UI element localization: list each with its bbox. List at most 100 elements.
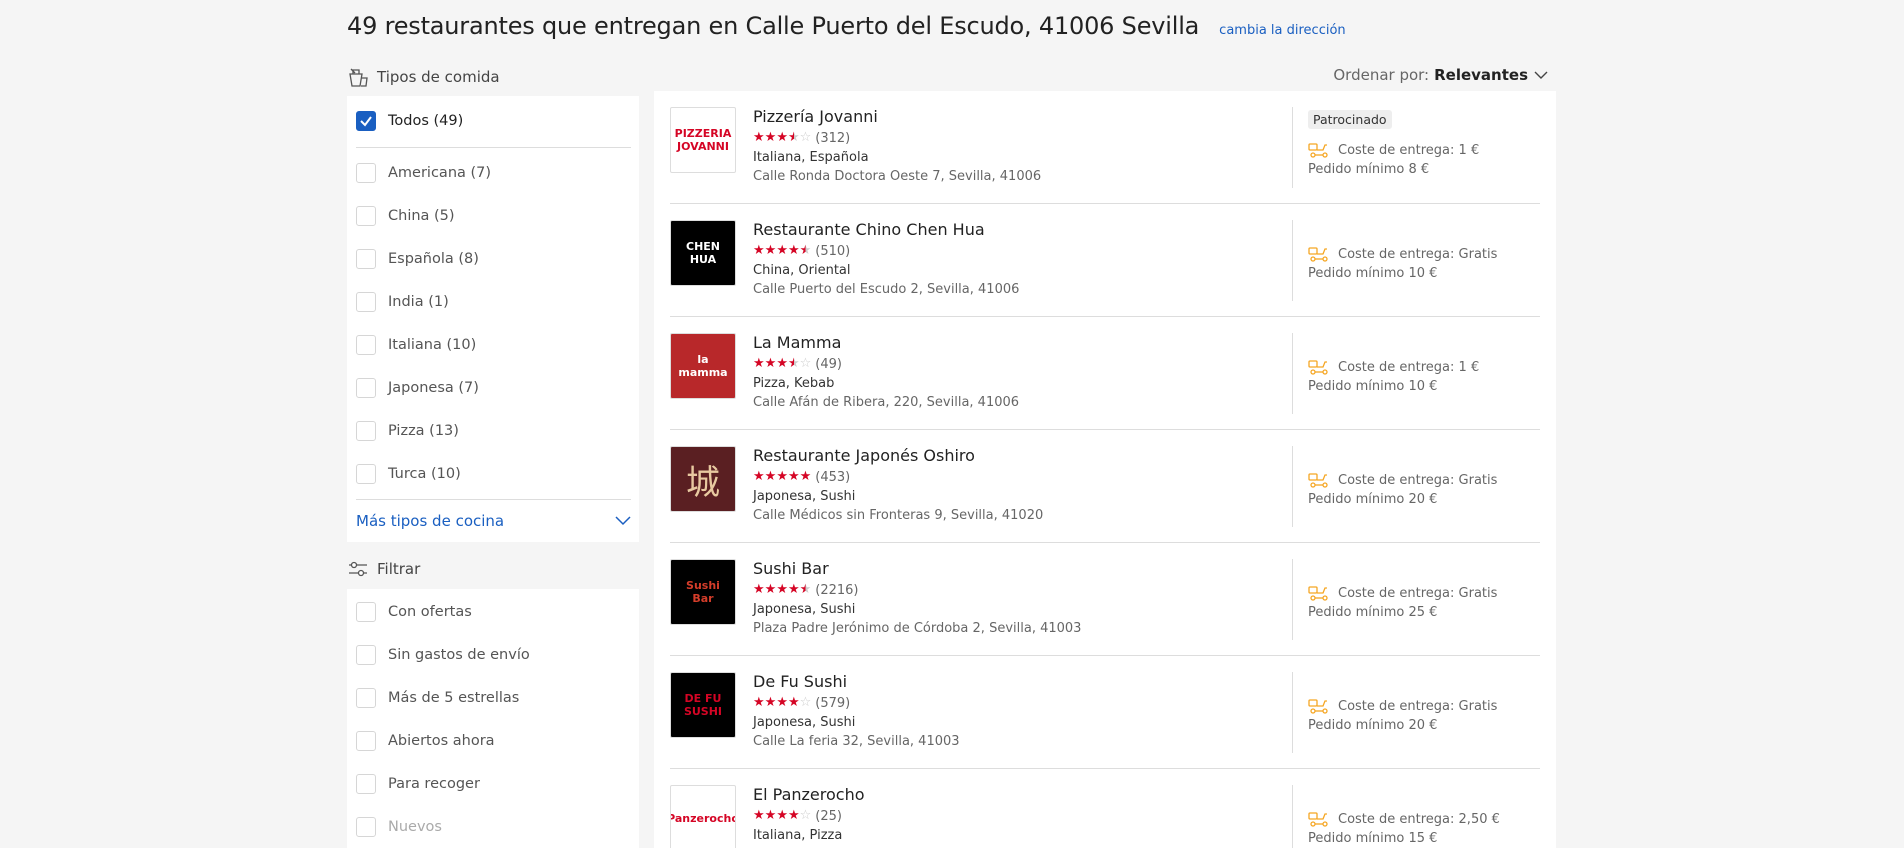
rating-stars: ★ ★ ★ ★ ★: [753, 470, 811, 484]
restaurant-logo[interactable]: CHEN HUA: [670, 220, 736, 286]
rating-stars: ★ ★ ★ ★ ☆: [753, 357, 811, 371]
star-full-icon: ★: [753, 582, 765, 597]
checkbox[interactable]: [356, 421, 376, 441]
page-title: 49 restaurantes que entregan en Calle Pu…: [347, 12, 1200, 40]
checkbox[interactable]: [356, 163, 376, 183]
vertical-divider: [1292, 446, 1293, 527]
chevron-down-icon: [615, 516, 631, 526]
cuisine-types-title: Tipos de comida: [377, 68, 500, 86]
filter-option[interactable]: Más de 5 estrellas: [356, 688, 519, 708]
checkbox[interactable]: [356, 645, 376, 665]
restaurant-row[interactable]: Sushi Bar Sushi Bar ★ ★ ★ ★ ★ (2216) Japonesa, S…: [670, 543, 1540, 656]
restaurant-logo[interactable]: DE FU SUSHI: [670, 672, 736, 738]
checkbox[interactable]: [356, 688, 376, 708]
rating-stars: ★ ★ ★ ★ ★: [753, 583, 811, 597]
checkbox[interactable]: [356, 249, 376, 269]
restaurant-cuisine: Pizza, Kebab: [753, 376, 835, 391]
checkbox[interactable]: [356, 378, 376, 398]
sort-value: Relevantes: [1434, 66, 1528, 84]
cuisine-types-header: Tipos de comida: [347, 66, 500, 88]
checkbox[interactable]: [356, 817, 376, 837]
restaurant-logo-text: Sushi Bar: [686, 579, 720, 605]
cuisine-option-label: Turca (10): [388, 466, 461, 482]
restaurant-name[interactable]: La Mamma: [753, 333, 1019, 352]
restaurant-row[interactable]: la mamma La Mamma ★ ★ ★ ★ ☆ (49) Pizza, Kebab Cal…: [670, 317, 1540, 430]
sort-dropdown[interactable]: Ordenar por: Relevantes: [1333, 66, 1548, 84]
rating-stars: ★ ★ ★ ★ ☆: [753, 809, 811, 823]
delivery-scooter-icon: [1308, 360, 1328, 375]
star-full-icon: ★: [764, 469, 777, 484]
more-cuisines-toggle[interactable]: Más tipos de cocina: [356, 512, 631, 530]
page: 49 restaurantes que entregan en Calle Pu…: [0, 0, 1904, 848]
star-full-icon: ★: [787, 582, 800, 597]
minimum-order: Pedido mínimo 25 €: [1308, 605, 1438, 620]
cuisine-option[interactable]: China (5): [356, 206, 455, 226]
restaurant-name[interactable]: De Fu Sushi: [753, 672, 960, 691]
restaurant-logo[interactable]: PIZZERIA JOVANNI: [670, 107, 736, 173]
filter-option[interactable]: Nuevos: [356, 817, 442, 837]
cuisine-option[interactable]: Turca (10): [356, 464, 461, 484]
cuisine-option[interactable]: India (1): [356, 292, 449, 312]
restaurant-row[interactable]: DE FU SUSHI De Fu Sushi ★ ★ ★ ★ ☆ (579) Japonesa…: [670, 656, 1540, 769]
restaurant-name[interactable]: Restaurante Japonés Oshiro: [753, 446, 1043, 465]
review-count: (25): [815, 808, 842, 824]
checkbox[interactable]: [356, 206, 376, 226]
checkbox[interactable]: [356, 731, 376, 751]
cuisine-option[interactable]: Japonesa (7): [356, 378, 479, 398]
restaurant-row[interactable]: Panzerocho El Panzerocho ★ ★ ★ ★ ☆ (25) Italiana…: [670, 769, 1540, 848]
restaurant-name[interactable]: Pizzería Jovanni: [753, 107, 1041, 126]
delivery-cost: Coste de entrega: Gratis: [1308, 246, 1497, 262]
delivery-info: Coste de entrega: Gratis Pedido mínimo 10…: [1308, 246, 1497, 282]
checkbox-checked[interactable]: [356, 111, 376, 131]
cuisine-option[interactable]: Americana (7): [356, 163, 491, 183]
checkbox[interactable]: [356, 602, 376, 622]
cuisine-option[interactable]: Pizza (13): [356, 421, 459, 441]
delivery-cost: Coste de entrega: Gratis: [1308, 698, 1497, 714]
review-count: (312): [815, 130, 851, 146]
restaurant-row[interactable]: 城 Restaurante Japonés Oshiro ★ ★ ★ ★ ★ (453) Jap…: [670, 430, 1540, 543]
restaurant-logo[interactable]: Sushi Bar: [670, 559, 736, 625]
restaurant-address: Calle Puerto del Escudo 2, Sevilla, 4100…: [753, 282, 1020, 297]
minimum-order: Pedido mínimo 20 €: [1308, 492, 1438, 507]
restaurant-logo-text: la mamma: [678, 353, 728, 379]
checkbox[interactable]: [356, 464, 376, 484]
restaurant-logo[interactable]: 城: [670, 446, 736, 512]
restaurant-logo-text: PIZZERIA JOVANNI: [674, 127, 732, 153]
vertical-divider: [1292, 220, 1293, 301]
filter-option[interactable]: Para recoger: [356, 774, 480, 794]
restaurant-info: Restaurante Chino Chen Hua ★ ★ ★ ★ ★ (510) Chin…: [753, 220, 1019, 297]
cuisine-option[interactable]: Española (8): [356, 249, 479, 269]
restaurant-logo[interactable]: Panzerocho: [670, 785, 736, 848]
star-half-icon: ★: [787, 356, 800, 371]
restaurant-row[interactable]: CHEN HUA Restaurante Chino Chen Hua ★ ★ ★ ★ ★(…: [670, 204, 1540, 317]
restaurant-name[interactable]: Restaurante Chino Chen Hua: [753, 220, 1019, 239]
delivery-cost: Coste de entrega: 2,50 €: [1308, 811, 1500, 827]
cuisine-option-label: Española (8): [388, 251, 479, 267]
star-full-icon: ★: [776, 695, 788, 710]
restaurant-rating: ★ ★ ★ ★ ☆ (312): [753, 130, 1041, 146]
checkbox[interactable]: [356, 335, 376, 355]
checkbox[interactable]: [356, 774, 376, 794]
restaurant-address: Calle Ronda Doctora Oeste 7, Sevilla, 41…: [753, 169, 1042, 184]
filter-option[interactable]: Abiertos ahora: [356, 731, 495, 751]
star-empty-icon: ☆: [799, 356, 812, 371]
rating-stars: ★ ★ ★ ★ ☆: [753, 131, 811, 145]
filter-option[interactable]: Con ofertas: [356, 602, 472, 622]
restaurant-info: Restaurante Japonés Oshiro ★ ★ ★ ★ ★ (453) Japo…: [753, 446, 1043, 523]
restaurant-row[interactable]: PIZZERIA JOVANNI Pizzería Jovanni ★ ★ ★ ★ ☆ (31…: [670, 91, 1540, 204]
cuisine-option[interactable]: Italiana (10): [356, 335, 476, 355]
change-address-link[interactable]: cambia la dirección: [1219, 23, 1345, 38]
restaurant-cuisine: Japonesa, Sushi: [753, 715, 856, 730]
delivery-scooter-icon: [1308, 247, 1328, 262]
cuisine-filter-panel: Todos (49) Americana (7) China (5) Español…: [347, 96, 639, 542]
vertical-divider: [1292, 785, 1293, 848]
checkbox[interactable]: [356, 292, 376, 312]
restaurant-name[interactable]: El Panzerocho: [753, 785, 865, 804]
restaurant-address: Calle Afán de Ribera, 220, Sevilla, 4100…: [753, 395, 1020, 410]
filter-option[interactable]: Sin gastos de envío: [356, 645, 530, 665]
delivery-info: Coste de entrega: 1 € Pedido mínimo 10 €: [1308, 359, 1479, 395]
restaurant-name[interactable]: Sushi Bar: [753, 559, 1081, 578]
restaurant-rating: ★ ★ ★ ★ ☆ (579): [753, 695, 960, 711]
restaurant-logo[interactable]: la mamma: [670, 333, 736, 399]
cuisine-option-all[interactable]: Todos (49): [356, 111, 463, 131]
